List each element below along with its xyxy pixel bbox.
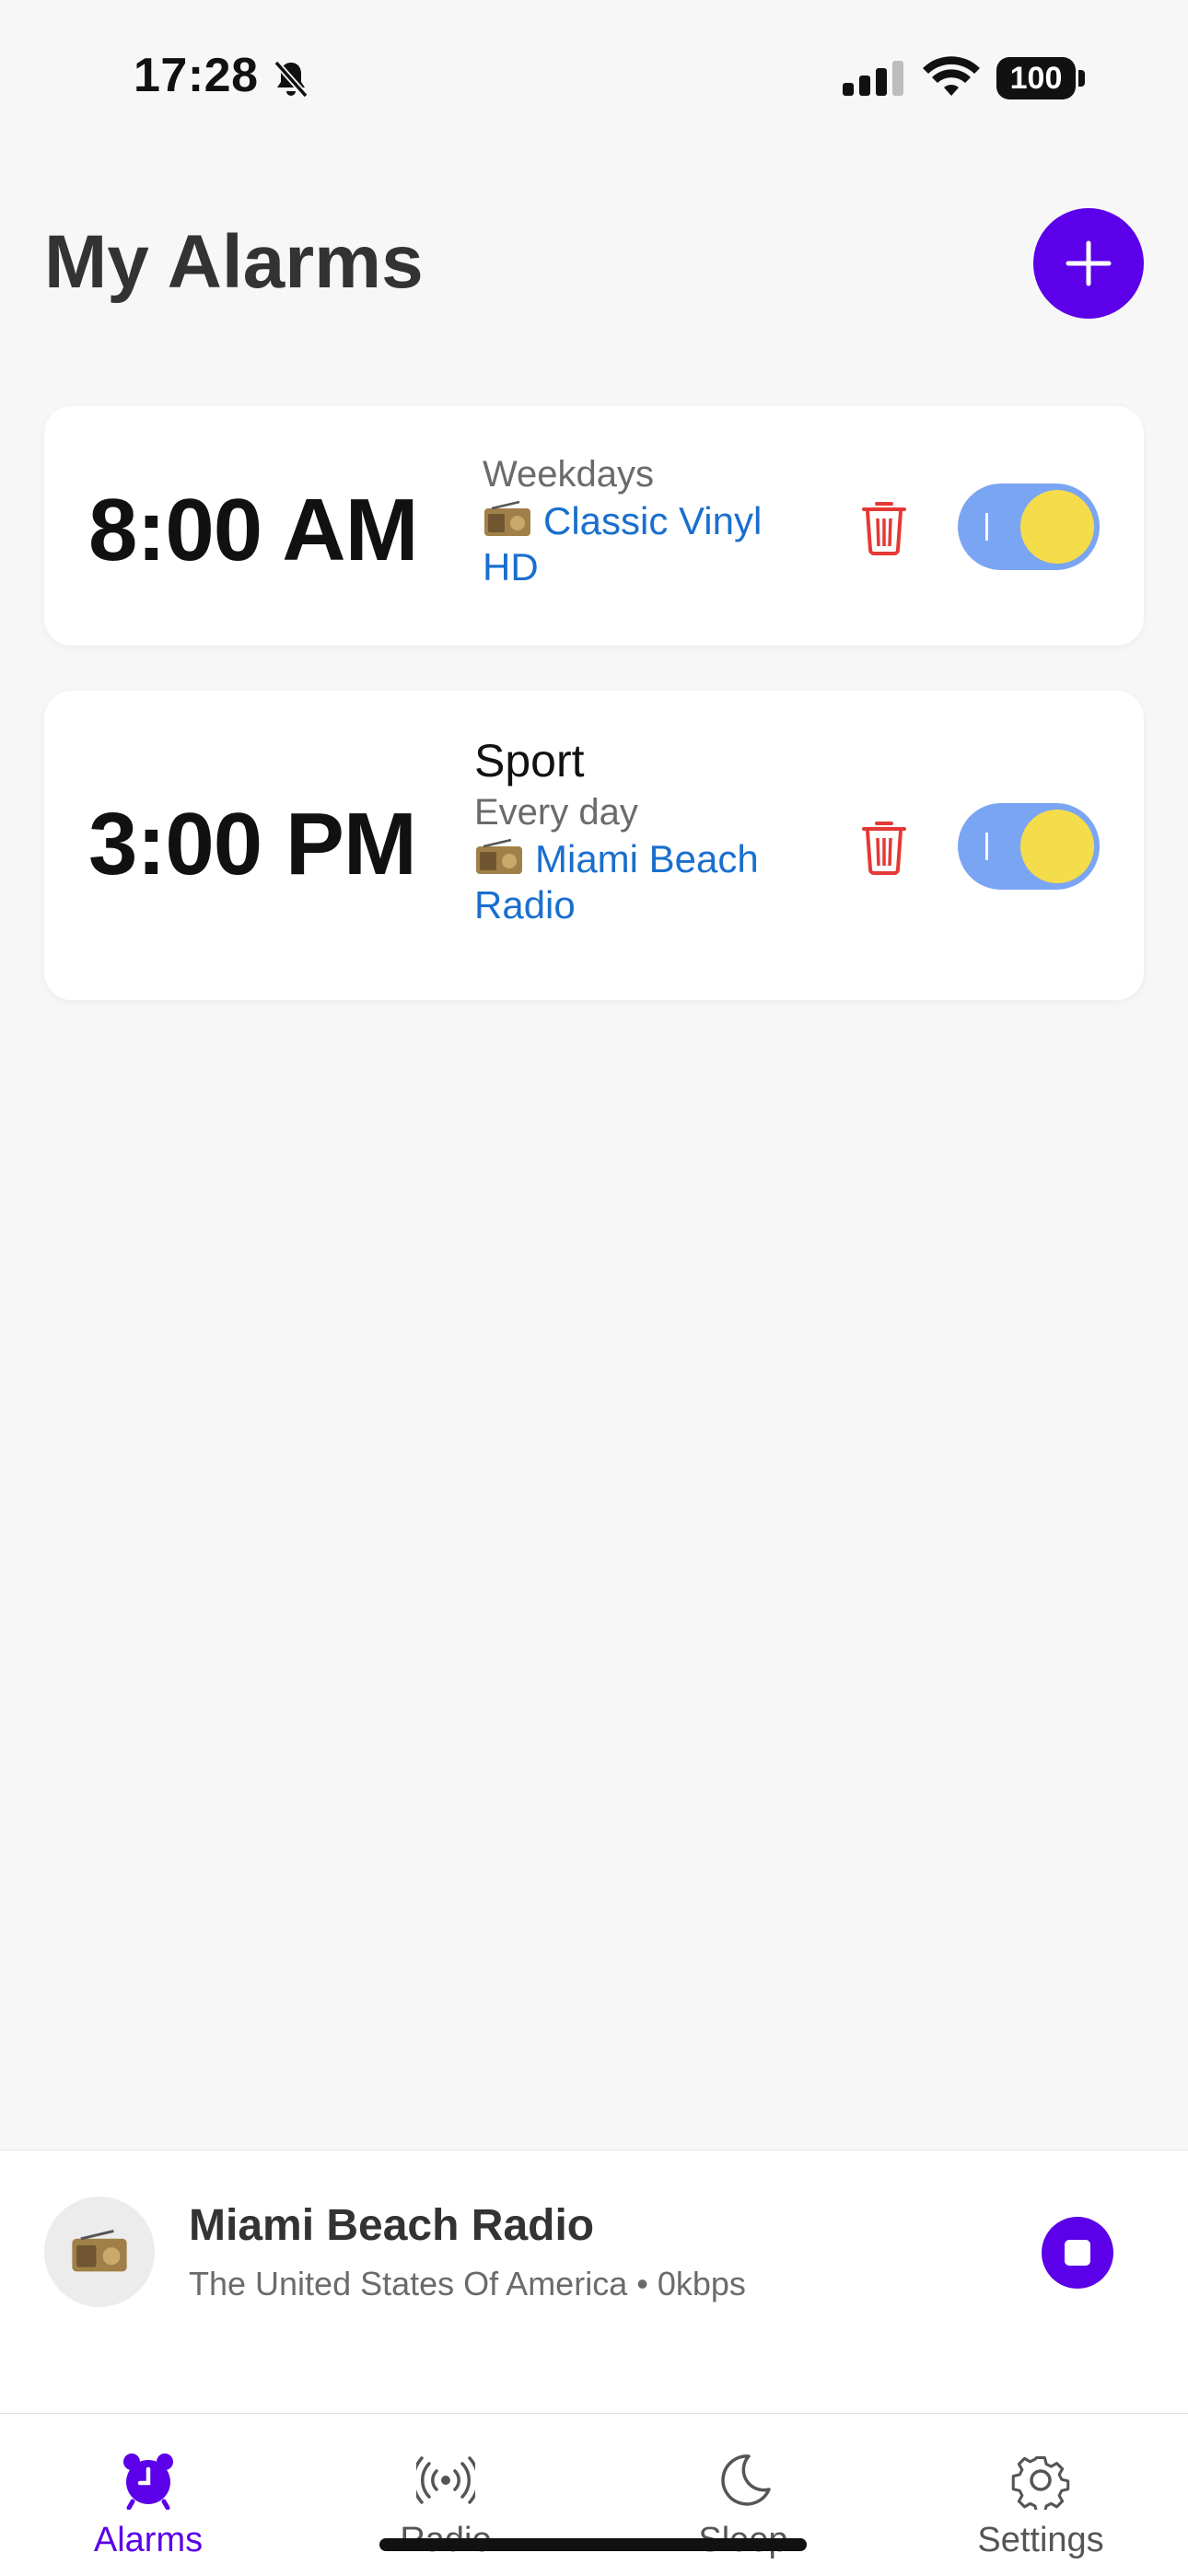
- cellular-signal-icon: [843, 61, 903, 96]
- moon-icon: [721, 2454, 771, 2506]
- page-title: My Alarms: [44, 220, 424, 304]
- stop-button[interactable]: [1042, 2217, 1113, 2289]
- battery-icon: 100: [996, 57, 1085, 99]
- tab-radio[interactable]: Radio: [344, 2414, 547, 2576]
- station-artwork: [44, 2197, 155, 2307]
- alarm-card[interactable]: 8:00 AM Weekdays Classic Vinyl HD: [44, 406, 1144, 646]
- alarm-card[interactable]: 3:00 PM Sport Every day Miami Beach Radi…: [44, 691, 1144, 1000]
- alarm-info: Weekdays Classic Vinyl HD: [483, 450, 814, 590]
- now-playing-subtitle: The United States Of America • 0kbps: [189, 2265, 746, 2302]
- battery-level: 100: [1009, 61, 1063, 96]
- bell-slash-icon: [274, 60, 309, 99]
- toggle-knob: [1020, 810, 1094, 883]
- battery-tip: [1078, 70, 1085, 87]
- radio-icon: [484, 501, 530, 536]
- delete-alarm-icon[interactable]: [860, 498, 908, 555]
- alarm-toggle[interactable]: [958, 484, 1100, 570]
- home-indicator[interactable]: [379, 2538, 807, 2551]
- alarm-days: Weekdays: [483, 454, 655, 495]
- tab-bar: Alarms Radio Sleep Settings: [0, 2413, 1188, 2576]
- radio-icon: [72, 2230, 127, 2272]
- tab-alarms[interactable]: Alarms: [47, 2414, 250, 2576]
- now-playing-bar[interactable]: Miami Beach Radio The United States Of A…: [0, 2150, 1188, 2414]
- alarm-name: Sport: [474, 735, 585, 787]
- wifi-icon: [923, 56, 980, 96]
- tab-settings[interactable]: Settings: [939, 2414, 1142, 2576]
- gear-icon: [1011, 2455, 1070, 2510]
- tab-label: Settings: [977, 2521, 1104, 2559]
- toggle-on-mark: [985, 513, 988, 541]
- tab-sleep[interactable]: Sleep: [642, 2414, 844, 2576]
- plus-icon: [1066, 240, 1112, 286]
- add-alarm-button[interactable]: [1033, 208, 1144, 319]
- delete-alarm-icon[interactable]: [860, 818, 908, 875]
- alarm-clock-icon: [123, 2454, 173, 2510]
- stop-icon: [1065, 2240, 1090, 2266]
- toggle-knob: [1020, 490, 1094, 564]
- alarm-station-link[interactable]: Miami Beach Radio: [474, 836, 806, 928]
- broadcast-icon: [416, 2456, 475, 2504]
- alarm-time: 8:00 AM: [88, 481, 419, 579]
- alarm-days: Every day: [474, 792, 638, 833]
- radio-icon: [476, 839, 522, 874]
- now-playing-title: Miami Beach Radio: [189, 2201, 595, 2250]
- alarm-info: Sport Every day Miami Beach Radio: [474, 733, 806, 928]
- toggle-on-mark: [985, 833, 988, 860]
- status-time: 17:28: [134, 49, 259, 102]
- status-bar: 17:28 100: [0, 0, 1188, 157]
- alarm-time: 3:00 PM: [88, 795, 417, 893]
- tab-label: Alarms: [93, 2521, 204, 2559]
- alarm-toggle[interactable]: [958, 803, 1100, 890]
- alarm-station-link[interactable]: Classic Vinyl HD: [483, 498, 814, 590]
